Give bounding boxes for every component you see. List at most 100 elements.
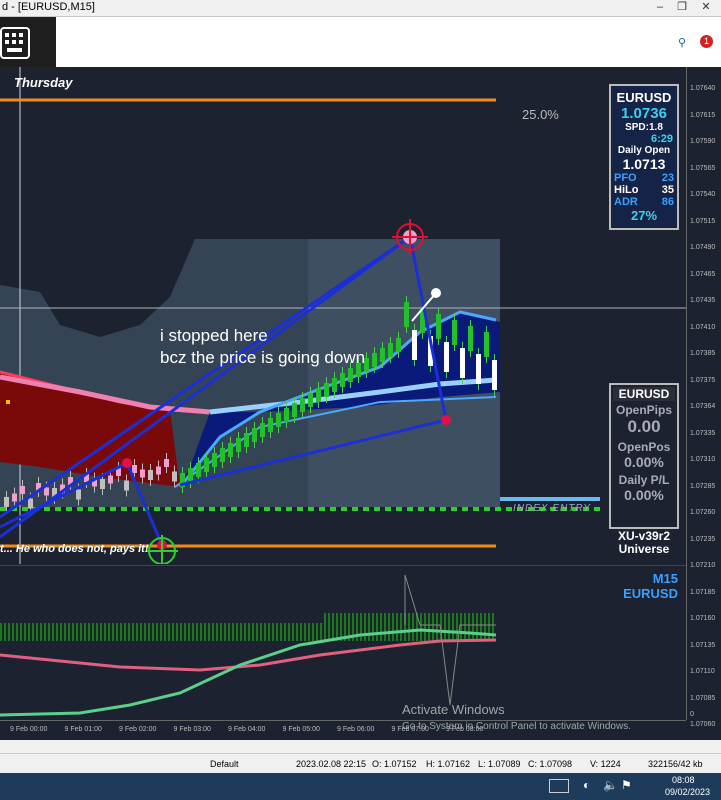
candle-body bbox=[124, 480, 129, 491]
candle-body bbox=[228, 443, 233, 457]
percent-label: 25.0% bbox=[522, 107, 559, 122]
candle-body bbox=[188, 468, 193, 482]
restore-button[interactable]: ❐ bbox=[672, 0, 692, 15]
panel-timer: 6:29 bbox=[650, 133, 673, 145]
brand-line-2: Universe bbox=[618, 542, 670, 556]
candle-body bbox=[452, 320, 457, 345]
histogram-bar bbox=[140, 623, 142, 641]
annotation-line-1: i stopped here bbox=[160, 326, 268, 345]
histogram-bar bbox=[0, 623, 2, 641]
histogram-bar bbox=[220, 623, 222, 641]
window-title: d - [EURUSD,M15] bbox=[2, 1, 95, 13]
horizontal-scrollbar[interactable] bbox=[0, 740, 721, 753]
time-tick: 9 Feb 01:00 bbox=[64, 726, 102, 733]
candle-body bbox=[436, 314, 441, 339]
price-tick: 1.07410 bbox=[690, 323, 716, 331]
flag-icon[interactable]: ⚑ bbox=[621, 778, 632, 792]
panel-symbol: EURUSD bbox=[616, 90, 672, 105]
close-button[interactable]: ✕ bbox=[696, 0, 716, 15]
histogram-bar bbox=[412, 613, 414, 641]
dailypl-label: Daily P/L bbox=[618, 473, 670, 487]
time-tick: 9 Feb 04:00 bbox=[228, 726, 266, 733]
histogram-bar bbox=[280, 623, 282, 641]
panel-daily-open-label: Daily Open bbox=[617, 145, 671, 156]
candle-body bbox=[204, 458, 209, 472]
indicator-subwindow[interactable]: M15 EURUSD bbox=[0, 565, 686, 720]
price-tick: 1.07364 bbox=[690, 403, 716, 410]
speaker-icon[interactable]: 🔈 bbox=[603, 778, 618, 792]
day-label: Thursday bbox=[14, 75, 73, 90]
panel-daily-open: 1.0713 bbox=[622, 156, 666, 172]
price-tick: 1.07435 bbox=[690, 297, 716, 304]
adr-label: ADR bbox=[614, 196, 638, 208]
histogram-bar bbox=[252, 623, 254, 641]
histogram-bar bbox=[12, 623, 14, 641]
candle-body bbox=[324, 383, 329, 397]
candle-body bbox=[348, 368, 353, 382]
price-tick: 1.07210 bbox=[690, 562, 716, 569]
histogram-bar bbox=[432, 613, 434, 641]
histogram-bar bbox=[108, 623, 110, 641]
histogram-bar bbox=[316, 623, 318, 641]
keyboard-tray-icon[interactable] bbox=[549, 779, 569, 793]
histogram-bar bbox=[92, 623, 94, 641]
histogram-bar bbox=[32, 623, 34, 641]
candle-body bbox=[44, 487, 49, 496]
search-icon[interactable]: ⚲ bbox=[678, 36, 686, 49]
price-tick: 1.07465 bbox=[690, 270, 716, 278]
histogram-bar bbox=[332, 613, 334, 641]
histogram-bar bbox=[56, 623, 58, 641]
panel-spread: SPD:1.8 bbox=[625, 122, 663, 133]
window-titlebar: d - [EURUSD,M15] – ❐ ✕ bbox=[0, 0, 721, 17]
openpos-label: OpenPos bbox=[617, 440, 671, 454]
histogram-bar bbox=[164, 623, 166, 641]
activate-windows-watermark: Activate Windows bbox=[402, 702, 505, 717]
main-chart[interactable] bbox=[0, 67, 686, 564]
histogram-bar bbox=[144, 623, 146, 641]
openpips-label: OpenPips bbox=[615, 403, 672, 417]
histogram-bar bbox=[88, 623, 90, 641]
histogram-bar bbox=[244, 623, 246, 641]
histogram-bar bbox=[380, 613, 382, 641]
candle-body bbox=[460, 348, 465, 378]
histogram-bar bbox=[192, 623, 194, 641]
histogram-bar bbox=[420, 613, 422, 641]
candle-body bbox=[196, 463, 201, 477]
info-panel-top: EURUSD 1.0736 SPD:1.8 6:29 Daily Open 1.… bbox=[609, 84, 679, 230]
minimize-button[interactable]: – bbox=[650, 0, 670, 15]
price-tick: 1.07540 bbox=[690, 191, 716, 198]
histogram-bar bbox=[16, 623, 18, 641]
time-tick: 9 Feb 05:00 bbox=[282, 726, 320, 733]
price-tick: 1.07335 bbox=[690, 429, 716, 437]
candle-body bbox=[300, 398, 305, 412]
price-tick: 1.07490 bbox=[690, 244, 716, 251]
histogram-bar bbox=[408, 613, 410, 641]
histogram-bar bbox=[188, 623, 190, 641]
price-tick: 1.07310 bbox=[690, 456, 716, 463]
price-tick: 1.07235 bbox=[690, 535, 716, 543]
network-icon[interactable]: ◐ bbox=[583, 778, 590, 792]
histogram-bar bbox=[424, 613, 426, 641]
candle-body bbox=[4, 497, 9, 507]
price-tick: 1.07640 bbox=[690, 85, 716, 92]
histogram-bar bbox=[148, 623, 150, 641]
time-tick: 9 Feb 00:00 bbox=[10, 726, 48, 733]
histogram-bar bbox=[116, 623, 118, 641]
status-bar: Default 2023.02.08 22:15 O: 1.07152 H: 1… bbox=[0, 753, 721, 774]
histogram-bar bbox=[492, 613, 494, 641]
index-entry-label: INDEX ENTRY bbox=[513, 503, 591, 514]
histogram-bar bbox=[120, 623, 122, 641]
histogram-bar bbox=[20, 623, 22, 641]
panel2-symbol: EURUSD bbox=[613, 387, 675, 401]
notification-badge-icon[interactable]: 1 bbox=[700, 35, 713, 48]
status-close: C: 1.07098 bbox=[528, 759, 573, 769]
time-tick: 9 Feb 03:00 bbox=[173, 726, 211, 733]
histogram-bar bbox=[24, 623, 26, 641]
status-low: L: 1.07089 bbox=[478, 759, 521, 769]
candle-body bbox=[132, 465, 137, 473]
price-tick: 1.07285 bbox=[690, 482, 716, 490]
histogram-bar bbox=[212, 623, 214, 641]
price-tick: 1.07375 bbox=[690, 376, 716, 384]
pfo-label: PFO bbox=[614, 172, 637, 184]
histogram-bar bbox=[124, 623, 126, 641]
